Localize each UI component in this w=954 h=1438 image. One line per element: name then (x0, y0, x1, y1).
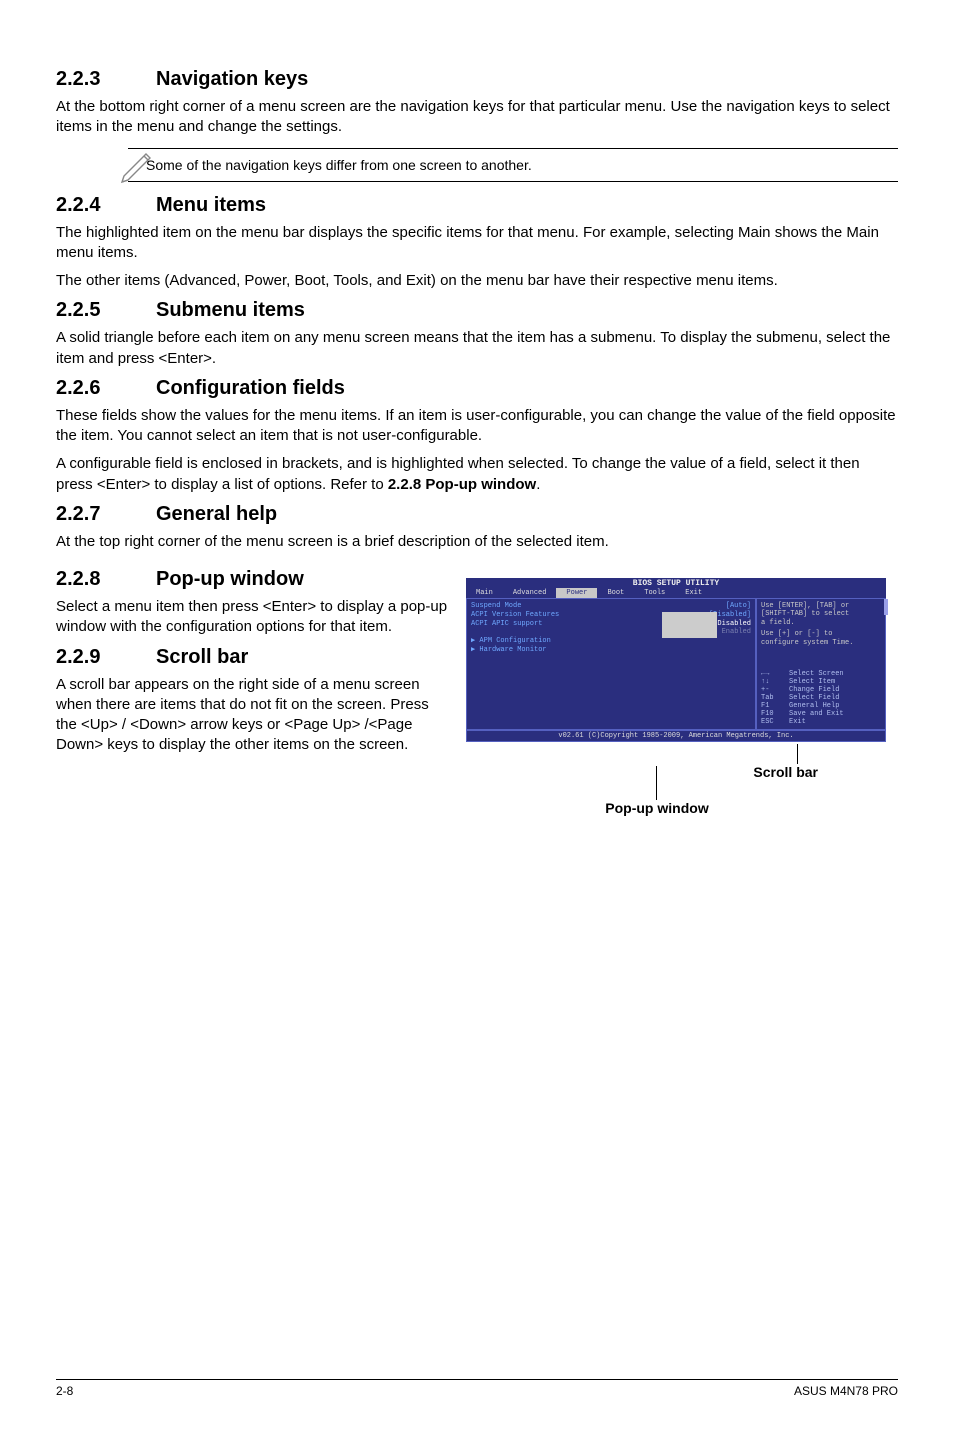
bios-key: +- (761, 686, 789, 694)
page-footer: 2-8 ASUS M4N78 PRO (56, 1379, 898, 1398)
heading-title: Configuration fields (156, 377, 345, 399)
bios-popup-window (662, 612, 717, 638)
bios-key: F1 (761, 702, 789, 710)
heading-2-2-7: 2.2.7General help (56, 503, 898, 526)
bios-row-value: [Auto] (726, 602, 751, 611)
heading-number: 2.2.3 (56, 68, 156, 91)
page-number: 2-8 (56, 1384, 73, 1398)
bios-key-desc: Select Field (789, 694, 839, 702)
heading-2-2-4: 2.2.4Menu items (56, 194, 898, 217)
heading-number: 2.2.4 (56, 194, 156, 217)
body-text-fragment: . (536, 476, 540, 493)
bios-key: ESC (761, 718, 789, 726)
bios-screenshot-figure: BIOS SETUP UTILITY Main Advanced Power B… (466, 578, 886, 742)
footer-product: ASUS M4N78 PRO (794, 1384, 898, 1398)
bios-key: F10 (761, 710, 789, 718)
callout-scroll-bar: Scroll bar (753, 764, 818, 780)
bios-tab-boot: Boot (597, 588, 634, 598)
heading-2-2-6: 2.2.6Configuration fields (56, 377, 898, 400)
bios-row-label: ACPI Version Features (471, 611, 559, 620)
bios-tab-bar: Main Advanced Power Boot Tools Exit (466, 588, 886, 598)
body-text: The highlighted item on the menu bar dis… (56, 223, 898, 264)
note-pencil-icon (116, 142, 160, 191)
bios-help-line: configure system Time. (761, 639, 881, 647)
callout-popup-window: Pop-up window (605, 800, 708, 816)
bios-row-label: ACPI APIC support (471, 620, 542, 629)
bios-key: ←→ (761, 670, 789, 678)
bios-submenu-item: ▶ APM Configuration (471, 637, 751, 646)
bios-tab-main: Main (466, 588, 503, 598)
bios-key: ↑↓ (761, 678, 789, 686)
bios-footer: v02.61 (C)Copyright 1985-2009, American … (466, 730, 886, 742)
bios-key: Tab (761, 694, 789, 702)
heading-number: 2.2.6 (56, 377, 156, 400)
bios-main-pane: Suspend Mode [Auto] ACPI Version Features… (466, 598, 756, 730)
body-text: These fields show the values for the men… (56, 406, 898, 447)
heading-number: 2.2.7 (56, 503, 156, 526)
body-text: A scroll bar appears on the right side o… (56, 675, 452, 756)
note-text: Some of the navigation keys differ from … (146, 157, 898, 173)
heading-title: Scroll bar (156, 646, 248, 668)
heading-number: 2.2.5 (56, 299, 156, 322)
bios-titlebar: BIOS SETUP UTILITY (466, 578, 886, 588)
callout-line (797, 744, 798, 764)
bios-nav-keys: ←→Select Screen ↑↓Select Item +-Change F… (761, 670, 881, 726)
body-text-bold: 2.2.8 Pop-up window (388, 476, 536, 493)
bios-key-desc: Select Item (789, 678, 835, 686)
heading-2-2-8: 2.2.8Pop-up window (56, 568, 452, 591)
heading-title: Submenu items (156, 299, 305, 321)
body-text: A solid triangle before each item on any… (56, 328, 898, 369)
bios-row-value: Disabled (717, 620, 751, 629)
body-text: A configurable field is enclosed in brac… (56, 454, 898, 495)
heading-number: 2.2.9 (56, 646, 156, 669)
heading-title: Pop-up window (156, 568, 304, 590)
bios-tab-power: Power (556, 588, 597, 598)
heading-title: Menu items (156, 194, 266, 216)
bios-help-line: a field. (761, 619, 881, 627)
bios-tab-advanced: Advanced (503, 588, 557, 598)
bios-key-desc: Exit (789, 718, 806, 726)
body-text: The other items (Advanced, Power, Boot, … (56, 271, 898, 291)
bios-help-pane: Use [ENTER], [TAB] or [SHIFT-TAB] to sel… (756, 598, 886, 730)
bios-submenu-item: ▶ Hardware Monitor (471, 646, 751, 655)
bios-key-desc: Select Screen (789, 670, 844, 678)
heading-number: 2.2.8 (56, 568, 156, 591)
bios-scrollbar (884, 599, 888, 615)
bios-help-line: Use [ENTER], [TAB] or (761, 602, 881, 610)
heading-2-2-3: 2.2.3Navigation keys (56, 68, 898, 91)
heading-2-2-5: 2.2.5Submenu items (56, 299, 898, 322)
body-text: Select a menu item then press <Enter> to… (56, 597, 452, 638)
bios-row-value: Enabled (722, 628, 751, 637)
bios-key-desc: General Help (789, 702, 839, 710)
heading-2-2-9: 2.2.9Scroll bar (56, 646, 452, 669)
heading-title: General help (156, 503, 277, 525)
bios-help-line: Use [+] or [-] to (761, 630, 881, 638)
note-box: Some of the navigation keys differ from … (128, 148, 898, 182)
body-text: At the bottom right corner of a menu scr… (56, 97, 898, 138)
callout-line (656, 766, 657, 800)
body-text: At the top right corner of the menu scre… (56, 532, 898, 552)
heading-title: Navigation keys (156, 68, 308, 90)
bios-key-desc: Change Field (789, 686, 839, 694)
bios-tab-tools: Tools (634, 588, 675, 598)
bios-row-label: Suspend Mode (471, 602, 521, 611)
bios-key-desc: Save and Exit (789, 710, 844, 718)
bios-tab-exit: Exit (675, 588, 712, 598)
bios-help-line: [SHIFT-TAB] to select (761, 610, 881, 618)
